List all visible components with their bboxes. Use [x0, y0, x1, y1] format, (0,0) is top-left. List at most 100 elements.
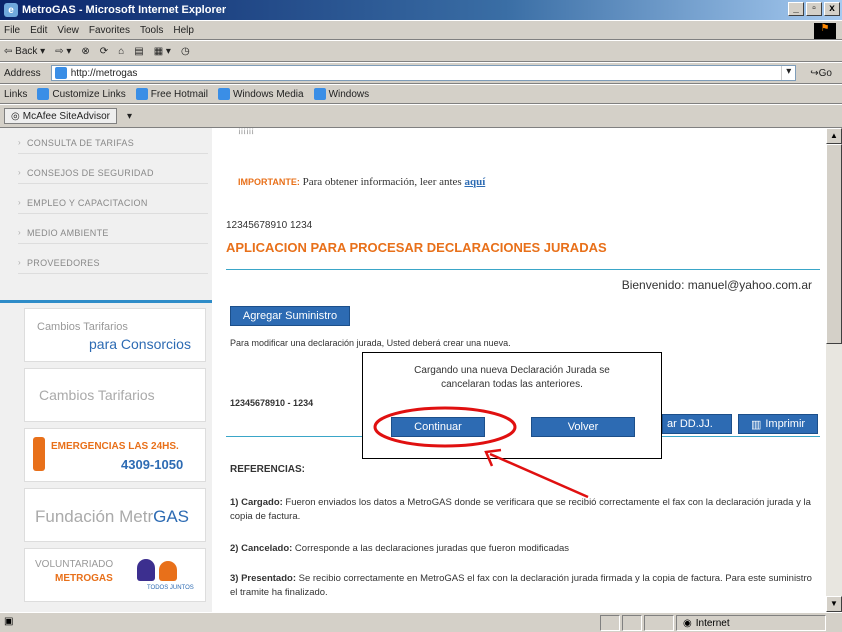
- go-button[interactable]: ↪Go: [810, 68, 832, 79]
- ref-text: Fueron enviados los datos a MetroGAS don…: [230, 497, 811, 522]
- link-label: Windows: [328, 88, 370, 100]
- menu-edit[interactable]: Edit: [30, 25, 47, 36]
- sidebar-item-label: PROVEEDORES: [26, 257, 100, 268]
- toolbar: ⇦ Back ▾ ⇨ ▾ ⊗ ⟳ ⌂ ▤ ▦ ▾ ◷: [0, 40, 842, 62]
- minimize-button[interactable]: _: [788, 2, 804, 16]
- promo-line3: TODOS JUNTOS: [147, 585, 194, 591]
- ref-text: Corresponde a las declaraciones juradas …: [292, 543, 570, 554]
- status-bar: ▣ ◉ Internet: [0, 612, 842, 632]
- link-ie-icon: [217, 88, 230, 100]
- sidebar: › CONSULTA DE TARIFAS › CONSEJOS DE SEGURI…: [0, 128, 212, 612]
- promo-text-part: Fundación Metr: [35, 507, 154, 526]
- mcafee-bar: ◎ McAfee SiteAdvisor ▾: [0, 104, 842, 128]
- title-divider: [226, 269, 820, 270]
- promo-emergencias[interactable]: EMERGENCIAS LAS 24HS. 4309-1050: [24, 428, 206, 482]
- scroll-up-icon[interactable]: ▲: [826, 128, 842, 144]
- globe-icon: ◉: [683, 617, 692, 629]
- promo-line1: Cambios Tarifarios: [37, 321, 128, 333]
- promo-cambios-tarifarios[interactable]: Cambios Tarifarios: [24, 368, 206, 422]
- home-icon[interactable]: ⌂: [118, 46, 124, 57]
- stop-icon[interactable]: ⊗: [81, 46, 89, 57]
- close-button[interactable]: x: [824, 2, 840, 16]
- menu-tools[interactable]: Tools: [140, 25, 163, 36]
- address-bar: Address http://metrogas ▾ ↪Go: [0, 62, 842, 84]
- modify-note: Para modificar una declaración jurada, U…: [230, 338, 511, 348]
- address-input[interactable]: http://metrogas ▾: [50, 65, 797, 81]
- menu-view[interactable]: View: [57, 25, 79, 36]
- window-title: MetroGAS - Microsoft Internet Explorer: [22, 4, 227, 16]
- continue-button[interactable]: Continuar: [391, 417, 485, 437]
- scroll-thumb[interactable]: [826, 144, 842, 344]
- referencias-title: REFERENCIAS:: [230, 464, 306, 475]
- welcome-email: manuel@yahoo.com.ar: [687, 278, 812, 292]
- sidebar-item-proveedores[interactable]: › PROVEEDORES: [18, 252, 208, 274]
- back-label: Back: [15, 45, 38, 57]
- print-button[interactable]: ▥ Imprimir: [738, 414, 818, 434]
- address-dropdown-icon[interactable]: ▾: [781, 66, 795, 80]
- sidebar-item-label: EMPLEO Y CAPACITACION: [26, 197, 148, 208]
- menu-favorites[interactable]: Favorites: [89, 25, 130, 36]
- chevron-right-icon: ›: [18, 168, 21, 177]
- forward-icon[interactable]: ⇨ ▾: [55, 46, 71, 57]
- promo-title: Cambios Tarifarios: [39, 387, 155, 403]
- windows-flag-icon: ⚑: [814, 23, 836, 39]
- ie-window: e MetroGAS - Microsoft Internet Explorer…: [0, 0, 842, 632]
- zone-label: Internet: [695, 617, 730, 629]
- figure-orange-icon: [159, 561, 177, 581]
- links-label: Links: [4, 88, 28, 100]
- link-windows-media[interactable]: Windows Media: [217, 88, 304, 100]
- promo-line2: para Consorcios: [89, 336, 191, 352]
- chevron-right-icon: ›: [18, 138, 21, 147]
- printer-icon: ▥: [750, 418, 762, 431]
- sidebar-item-label: CONSEJOS DE SEGURIDAD: [26, 167, 154, 178]
- page-title: APLICACION PARA PROCESAR DECLARACIONES J…: [226, 240, 607, 255]
- link-hotmail[interactable]: Free Hotmail: [135, 88, 208, 100]
- edit-icon[interactable]: ▦ ▾: [154, 46, 171, 57]
- link-ie-icon: [135, 88, 148, 100]
- title-bar[interactable]: e MetroGAS - Microsoft Internet Explorer…: [0, 0, 842, 20]
- chevron-right-icon: ›: [18, 198, 21, 207]
- ref-cargado: 1) Cargado: Fueron enviados los datos a …: [230, 496, 818, 524]
- importante-text: Para obtener información, leer antes: [299, 176, 465, 188]
- mcafee-button[interactable]: ◎ McAfee SiteAdvisor: [4, 108, 117, 124]
- dialog-line2: cancelaran todas las anteriores.: [441, 379, 583, 390]
- go-arrow-icon: ↪: [810, 67, 819, 79]
- aqui-link[interactable]: aquí: [464, 176, 485, 188]
- refresh-icon[interactable]: ⟳: [100, 46, 108, 57]
- link-ie-icon: [313, 88, 326, 100]
- zone-pane: ◉ Internet: [676, 615, 826, 631]
- go-label: Go: [818, 67, 832, 79]
- back-button[interactable]: ⇦ Back ▾: [4, 46, 45, 57]
- promo-cambios-consorcios[interactable]: Cambios Tarifarios para Consorcios: [24, 308, 206, 362]
- link-customize[interactable]: Customize Links: [37, 88, 126, 100]
- print-icon[interactable]: ▤: [134, 46, 143, 57]
- link-label: Customize Links: [52, 88, 126, 100]
- page-status-icon: ▣: [4, 616, 14, 627]
- mcafee-icon: ◎: [11, 110, 20, 122]
- link-windows[interactable]: Windows: [313, 88, 370, 100]
- promo-fundacion[interactable]: Fundación MetrGAS: [24, 488, 206, 542]
- promo-voluntariado[interactable]: VOLUNTARIADO METROGAS TODOS JUNTOS: [24, 548, 206, 602]
- ddjj-button[interactable]: ar DD.JJ.: [662, 414, 732, 434]
- add-supply-button[interactable]: Agregar Suministro: [230, 306, 350, 326]
- sidebar-item-label: MEDIO AMBIENTE: [26, 227, 109, 238]
- importante-notice: IMPORTANTE: Para obtener información, le…: [238, 176, 485, 188]
- sidebar-item-consejos[interactable]: › CONSEJOS DE SEGURIDAD: [18, 162, 208, 184]
- address-label: Address: [4, 67, 41, 79]
- scroll-down-icon[interactable]: ▼: [826, 596, 842, 612]
- history-icon[interactable]: ◷: [181, 46, 190, 57]
- links-bar: Links Customize Links Free Hotmail Windo…: [0, 84, 842, 104]
- mcafee-dropdown-icon[interactable]: ▾: [127, 111, 132, 122]
- menu-file[interactable]: File: [4, 25, 20, 36]
- menu-help[interactable]: Help: [173, 25, 194, 36]
- welcome-line: Bienvenido: manuel@yahoo.com.ar: [622, 278, 812, 292]
- status-pane: [622, 615, 642, 631]
- sidebar-item-medio-ambiente[interactable]: › MEDIO AMBIENTE: [18, 222, 208, 244]
- back-dialog-button[interactable]: Volver: [531, 417, 635, 437]
- gas-flame-icon: [33, 437, 45, 471]
- sidebar-item-empleo[interactable]: › EMPLEO Y CAPACITACION: [18, 192, 208, 214]
- vertical-scrollbar[interactable]: ▲ ▼: [826, 128, 842, 612]
- maximize-button[interactable]: ▫: [806, 2, 822, 16]
- sidebar-item-consulta[interactable]: › CONSULTA DE TARIFAS: [18, 132, 208, 154]
- ref-cancelado: 2) Cancelado: Corresponde a las declarac…: [230, 542, 818, 556]
